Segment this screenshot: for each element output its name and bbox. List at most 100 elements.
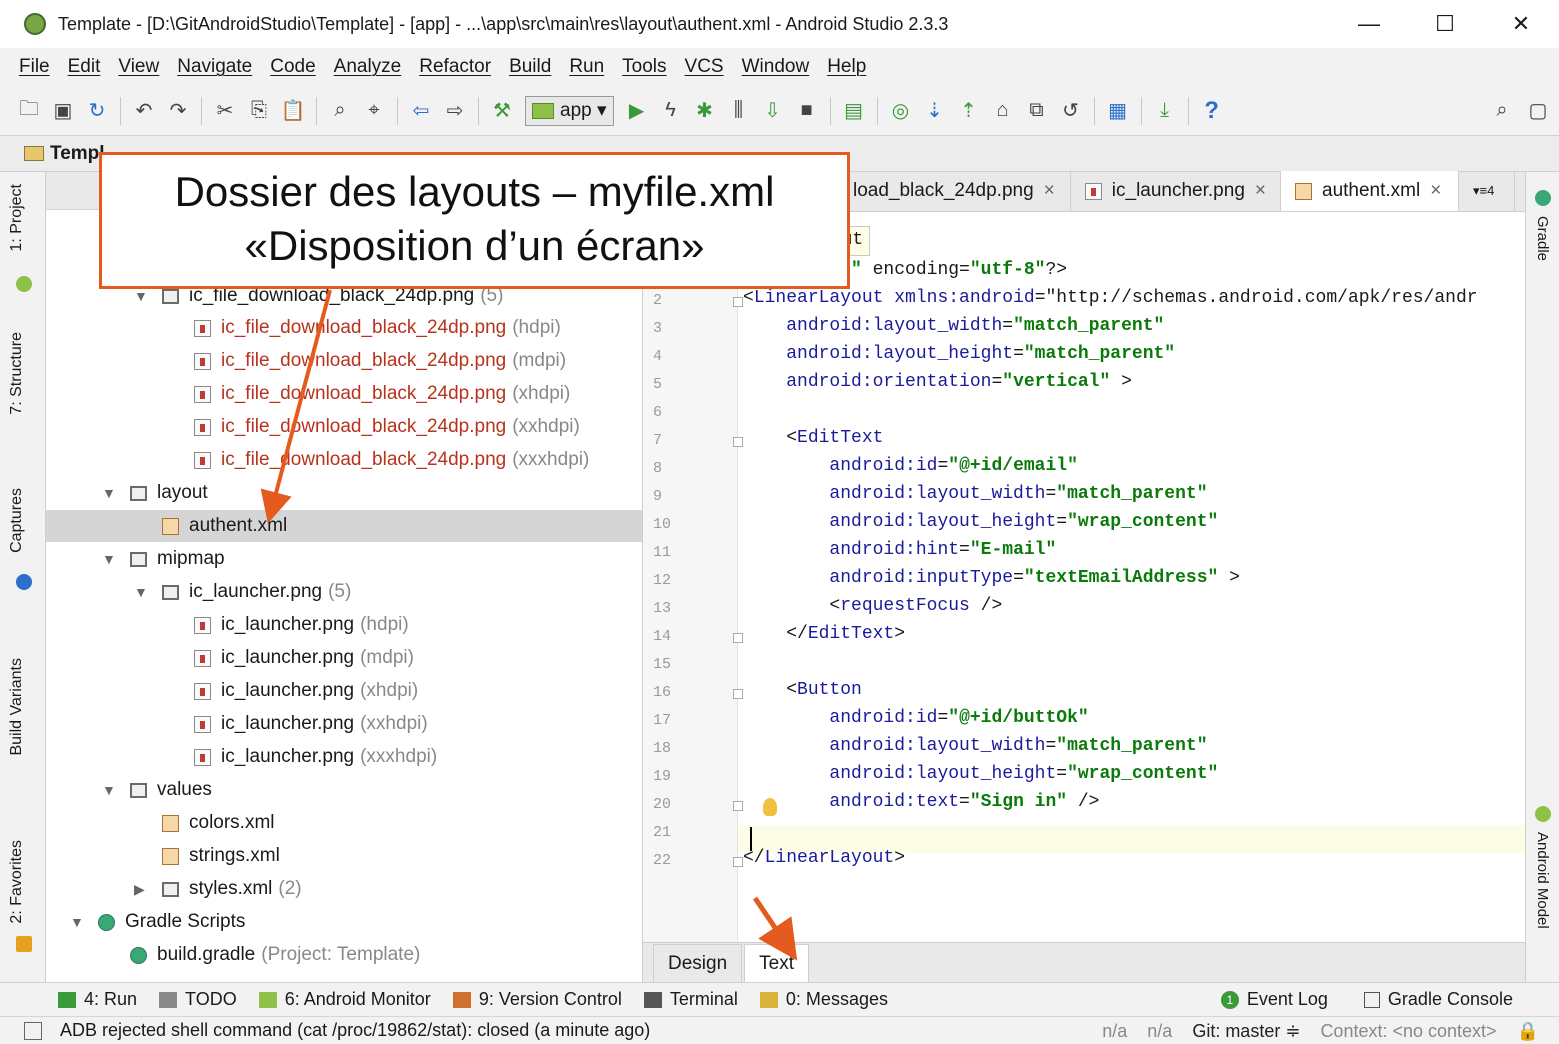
tree-item[interactable]: ▼ mipmap [46,543,642,575]
expand-arrow-icon[interactable]: ▼ [102,485,116,501]
back-icon[interactable]: ⇦ [406,96,436,126]
menu-item-view[interactable]: View [118,56,159,78]
collapse-arrow-icon[interactable]: ▶ [134,881,148,898]
code-line[interactable]: android:layout_height="wrap_content" [743,512,1218,532]
code-line[interactable]: android:orientation="vertical" > [743,372,1132,392]
tree-item[interactable]: ▼ values [46,774,642,806]
search-everywhere-icon[interactable]: ⌕ [1487,96,1517,126]
debug-icon[interactable]: ✱ [690,96,720,126]
tree-item[interactable]: colors.xml [46,807,642,839]
replace-icon[interactable]: ⌖ [359,96,389,126]
menu-item-build[interactable]: Build [509,56,551,78]
vcs-commit-icon[interactable]: ⇡ [954,96,984,126]
fold-marker-icon[interactable] [733,437,743,447]
code-line[interactable]: <requestFocus /> [743,596,1002,616]
menu-item-file[interactable]: File [19,56,50,78]
vcs-compare-icon[interactable]: ⧉ [1022,96,1052,126]
tree-item[interactable]: ic_launcher.png (xxhdpi) [46,708,642,740]
menu-item-tools[interactable]: Tools [622,56,666,78]
save-icon[interactable]: ▣ [48,96,78,126]
help-icon[interactable]: ? [1197,96,1227,126]
code-line[interactable]: android:inputType="textEmailAddress" > [743,568,1240,588]
stop-icon[interactable]: ■ [792,96,822,126]
tree-item[interactable]: ▶ styles.xml (2) [46,873,642,905]
attach-debugger-icon[interactable]: ⫼ [724,96,754,126]
tree-item[interactable]: ic_launcher.png (hdpi) [46,609,642,641]
tool-window-todo[interactable]: TODO [159,989,237,1010]
gradle-sync-icon[interactable]: ◎ [886,96,916,126]
open-folder-icon[interactable]: 🗀 [14,96,44,126]
run-config-select[interactable]: app ▾ [525,95,614,126]
user-icon[interactable]: ▢ [1523,96,1553,126]
run-icon[interactable]: ▶ [622,96,652,126]
expand-arrow-icon[interactable]: ▼ [102,551,116,567]
forward-icon[interactable]: ⇨ [440,96,470,126]
expand-arrow-icon[interactable]: ▼ [70,914,84,930]
maximize-button[interactable]: ☐ [1407,11,1483,37]
undo-icon[interactable]: ↶ [129,96,159,126]
context-widget[interactable]: Context: <no context> [1320,1021,1496,1041]
close-tab-icon[interactable]: × [1430,180,1441,202]
code-line[interactable]: android:id="@+id/buttOk" [743,708,1088,728]
tool-window-vcs[interactable]: 9: Version Control [452,989,622,1010]
tree-item[interactable]: ic_launcher.png (mdpi) [46,642,642,674]
sdk-manager-icon[interactable]: ⤓ [1150,96,1180,126]
tab-overflow-button[interactable]: ▾≡4 [1459,171,1515,211]
tree-item[interactable]: ic_file_download_black_24dp.png (xxhdpi) [46,411,642,443]
editor-tab[interactable]: authent.xml × [1281,171,1459,211]
copy-icon[interactable]: ⎘ [244,96,274,126]
tool-window-terminal[interactable]: Terminal [643,989,738,1010]
code-line[interactable]: android:layout_height="wrap_content" [743,764,1218,784]
fold-marker-icon[interactable] [733,689,743,699]
code-line[interactable]: <LinearLayout xmlns:android="http://sche… [743,288,1478,308]
project-structure-icon[interactable]: ▦ [1103,96,1133,126]
tree-item[interactable]: authent.xml [46,510,642,542]
minimize-button[interactable]: — [1331,11,1407,37]
sync-icon[interactable]: ↻ [82,96,112,126]
close-tab-icon[interactable]: × [1044,180,1055,202]
tree-item[interactable]: build.gradle (Project: Template) [46,939,642,971]
menu-item-code[interactable]: Code [270,56,315,78]
close-button[interactable]: ✕ [1483,11,1559,37]
code-line[interactable]: android:layout_width="match_parent" [743,736,1207,756]
code-line[interactable]: <EditText [743,428,883,448]
fold-marker-icon[interactable] [733,633,743,643]
fold-marker-icon[interactable] [733,297,743,307]
menu-item-navigate[interactable]: Navigate [177,56,252,78]
tool-window-messages[interactable]: 0: Messages [759,989,888,1010]
tab-structure[interactable]: 7: Structure [8,332,26,415]
code-line[interactable]: android:text="Sign in" /> [743,792,1099,812]
git-branch-widget[interactable]: Git: master ≑ [1192,1021,1300,1041]
tab-android-model[interactable]: Android Model [1534,832,1551,929]
tab-gradle[interactable]: Gradle [1534,216,1551,261]
tree-item[interactable]: ic_file_download_black_24dp.png (xhdpi) [46,378,642,410]
close-tab-icon[interactable]: × [1255,180,1266,202]
menu-item-refactor[interactable]: Refactor [419,56,491,78]
code-line[interactable]: <Button [743,680,862,700]
tool-window-event-log[interactable]: 1 Event Log [1220,989,1328,1010]
instant-run-icon[interactable]: ϟ [656,96,686,126]
redo-icon[interactable]: ↷ [163,96,193,126]
code-line[interactable]: android:hint="E-mail" [743,540,1056,560]
tree-item[interactable]: strings.xml [46,840,642,872]
code-line[interactable]: android:id="@+id/email" [743,456,1077,476]
tool-window-run[interactable]: 4: Run [58,989,137,1010]
tree-item[interactable]: ic_file_download_black_24dp.png (mdpi) [46,345,642,377]
make-project-icon[interactable]: ⚒ [487,96,517,126]
paste-icon[interactable]: 📋 [278,96,308,126]
tree-item[interactable]: ic_file_download_black_24dp.png (hdpi) [46,312,642,344]
vcs-update-icon[interactable]: ⇣ [920,96,950,126]
tree-item[interactable]: ic_launcher.png (xxxhdpi) [46,741,642,773]
tool-window-toggle-icon[interactable] [24,1021,42,1040]
tab-captures[interactable]: Captures [8,488,26,553]
expand-arrow-icon[interactable]: ▼ [102,782,116,798]
editor-tab[interactable]: ic_launcher.png × [1071,171,1281,211]
tab-project[interactable]: 1: Project [8,184,26,252]
vcs-revert-icon[interactable]: ↺ [1056,96,1086,126]
menu-item-edit[interactable]: Edit [68,56,101,78]
tab-design[interactable]: Design [653,944,743,982]
menu-item-vcs[interactable]: VCS [685,56,724,78]
code-line[interactable]: </LinearLayout> [743,848,905,868]
vcs-history-icon[interactable]: ⌂ [988,96,1018,126]
navbar-root-item[interactable]: Templ [50,143,105,165]
